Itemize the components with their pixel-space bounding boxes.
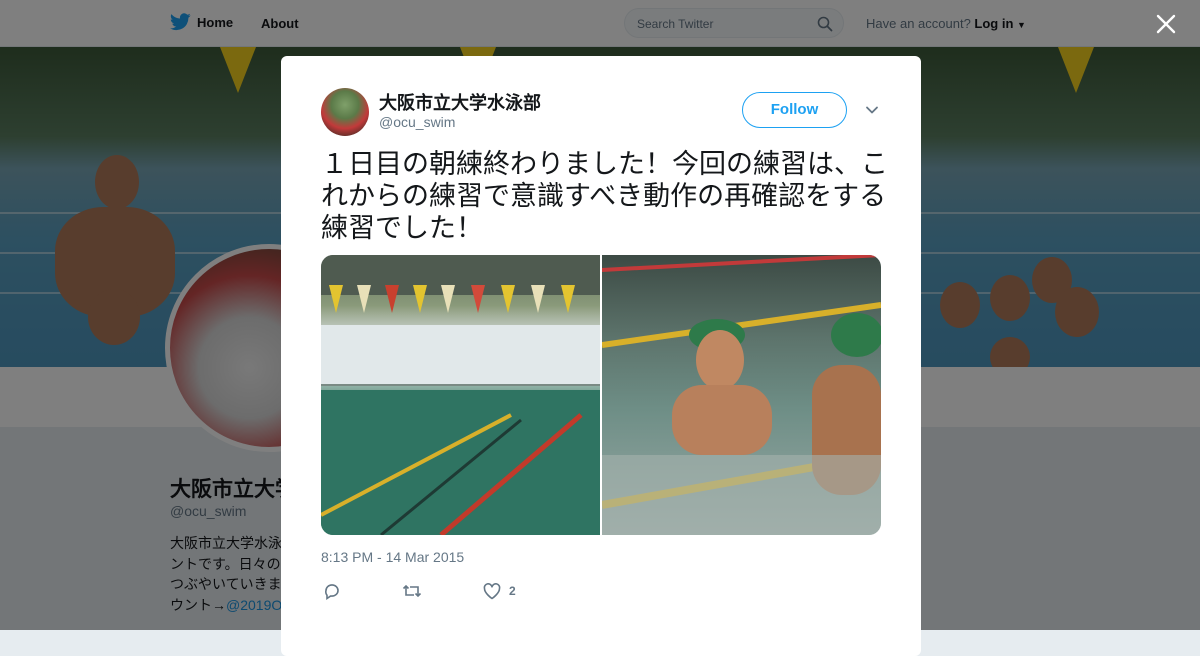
chevron-down-icon[interactable] bbox=[865, 103, 879, 117]
tweet-photo[interactable] bbox=[321, 255, 600, 535]
heart-icon bbox=[483, 582, 501, 599]
retweet-icon bbox=[402, 584, 422, 598]
tweet-text: １日目の朝練終わりました！今回の練習は、これからの練習で意識すべき動作の再確認を… bbox=[321, 149, 888, 243]
tweet-photo[interactable] bbox=[602, 255, 881, 535]
tweet-media[interactable] bbox=[321, 255, 881, 535]
follow-button[interactable]: Follow bbox=[742, 92, 847, 128]
like-count: 2 bbox=[509, 584, 516, 598]
reply-button[interactable] bbox=[323, 581, 341, 601]
reply-icon bbox=[325, 584, 339, 600]
tweet-modal: 大阪市立大学水泳部 @ocu_swim Follow １日目の朝練終わりました！… bbox=[281, 56, 921, 656]
close-icon[interactable] bbox=[1152, 10, 1180, 38]
tweet-author-avatar[interactable] bbox=[321, 88, 369, 136]
swimmers-illustration bbox=[602, 255, 881, 535]
tweet-author-name[interactable]: 大阪市立大学水泳部 bbox=[379, 89, 541, 115]
retweet-button[interactable] bbox=[402, 581, 422, 601]
indoor-pool-illustration bbox=[321, 255, 600, 535]
tweet-author-handle[interactable]: @ocu_swim bbox=[379, 114, 455, 130]
tweet-timestamp[interactable]: 8:13 PM - 14 Mar 2015 bbox=[321, 549, 464, 565]
like-button[interactable]: 2 bbox=[483, 581, 516, 601]
